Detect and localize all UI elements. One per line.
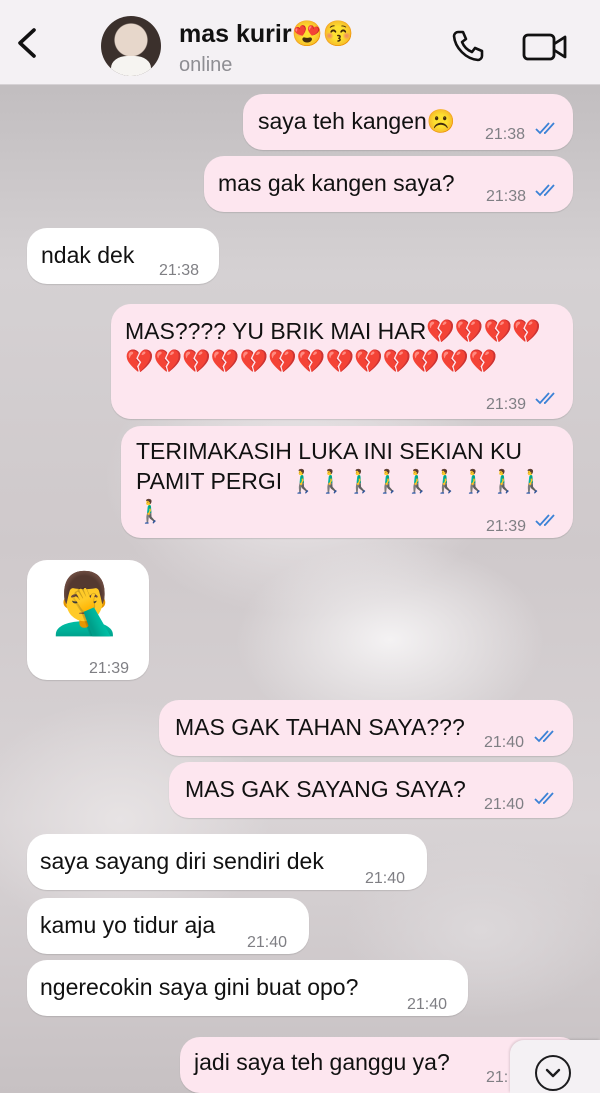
contact-status: online (179, 54, 233, 76)
message-incoming-emoji[interactable]: 🤦‍♂️ 21:39 (27, 560, 149, 680)
chat-area[interactable]: saya teh kangen☹️ 21:38 mas gak kangen s… (0, 84, 600, 1093)
message-time: 21:40 (484, 734, 525, 751)
message-incoming[interactable]: ndak dek 21:38 (27, 228, 219, 284)
message-time: 21:38 (486, 188, 527, 205)
message-incoming[interactable]: ngerecokin saya gini buat opo? 21:40 (27, 960, 468, 1016)
scroll-to-bottom-button[interactable] (510, 1040, 600, 1093)
message-time: 21:38 (159, 262, 200, 279)
message-outgoing[interactable]: MAS???? YU BRIK MAI HAR💔💔💔💔💔💔💔💔💔💔💔💔💔💔💔💔💔… (111, 304, 573, 419)
chevron-down-icon (535, 1055, 571, 1091)
message-time: 21:40 (365, 870, 406, 887)
message-incoming[interactable]: saya sayang diri sendiri dek 21:40 (27, 834, 427, 890)
message-time: 21:39 (89, 660, 130, 677)
message-text: MAS GAK TAHAN SAYA??? (175, 714, 465, 740)
message-text: saya sayang diri sendiri dek (40, 848, 324, 874)
facepalm-emoji: 🤦‍♂️ (47, 570, 122, 637)
double-check-icon (535, 122, 555, 135)
message-text: saya teh kangen☹️ (258, 108, 456, 134)
message-incoming[interactable]: kamu yo tidur aja 21:40 (27, 898, 309, 954)
message-text: ndak dek (41, 242, 135, 268)
video-camera-icon[interactable] (522, 32, 568, 62)
message-text: kamu yo tidur aja (40, 912, 216, 938)
double-check-icon (535, 184, 555, 197)
contact-name[interactable]: mas kurir😍😚 (179, 20, 354, 49)
message-outgoing[interactable]: TERIMAKASIH LUKA INI SEKIAN KU PAMIT PER… (121, 426, 573, 538)
double-check-icon (534, 730, 554, 743)
chat-header: mas kurir😍😚 online (0, 0, 600, 85)
message-outgoing[interactable]: MAS GAK SAYANG SAYA? 21:40 (169, 762, 573, 818)
message-outgoing[interactable]: mas gak kangen saya? 21:38 (204, 156, 573, 212)
message-time: 21:38 (485, 126, 526, 143)
message-text: ngerecokin saya gini buat opo? (40, 974, 359, 1000)
back-chevron-icon[interactable] (12, 26, 46, 60)
avatar[interactable] (101, 16, 161, 76)
message-time: 21:39 (486, 518, 527, 535)
message-time: 21:39 (486, 396, 527, 413)
message-time: 21: (486, 1069, 509, 1086)
phone-icon[interactable] (450, 28, 486, 64)
message-outgoing[interactable]: MAS GAK TAHAN SAYA??? 21:40 (159, 700, 573, 756)
message-time: 21:40 (407, 996, 448, 1013)
double-check-icon (535, 514, 555, 527)
message-text: jadi saya teh ganggu ya? (194, 1049, 450, 1075)
double-check-icon (535, 392, 555, 405)
message-text: mas gak kangen saya? (218, 170, 455, 196)
message-time: 21:40 (484, 796, 525, 813)
message-outgoing[interactable]: saya teh kangen☹️ 21:38 (243, 94, 573, 150)
message-time: 21:40 (247, 934, 288, 951)
double-check-icon (534, 792, 554, 805)
message-text: MAS GAK SAYANG SAYA? (185, 776, 466, 802)
message-text: MAS???? YU BRIK MAI HAR💔💔💔💔💔💔💔💔💔💔💔💔💔💔💔💔💔 (125, 318, 541, 374)
